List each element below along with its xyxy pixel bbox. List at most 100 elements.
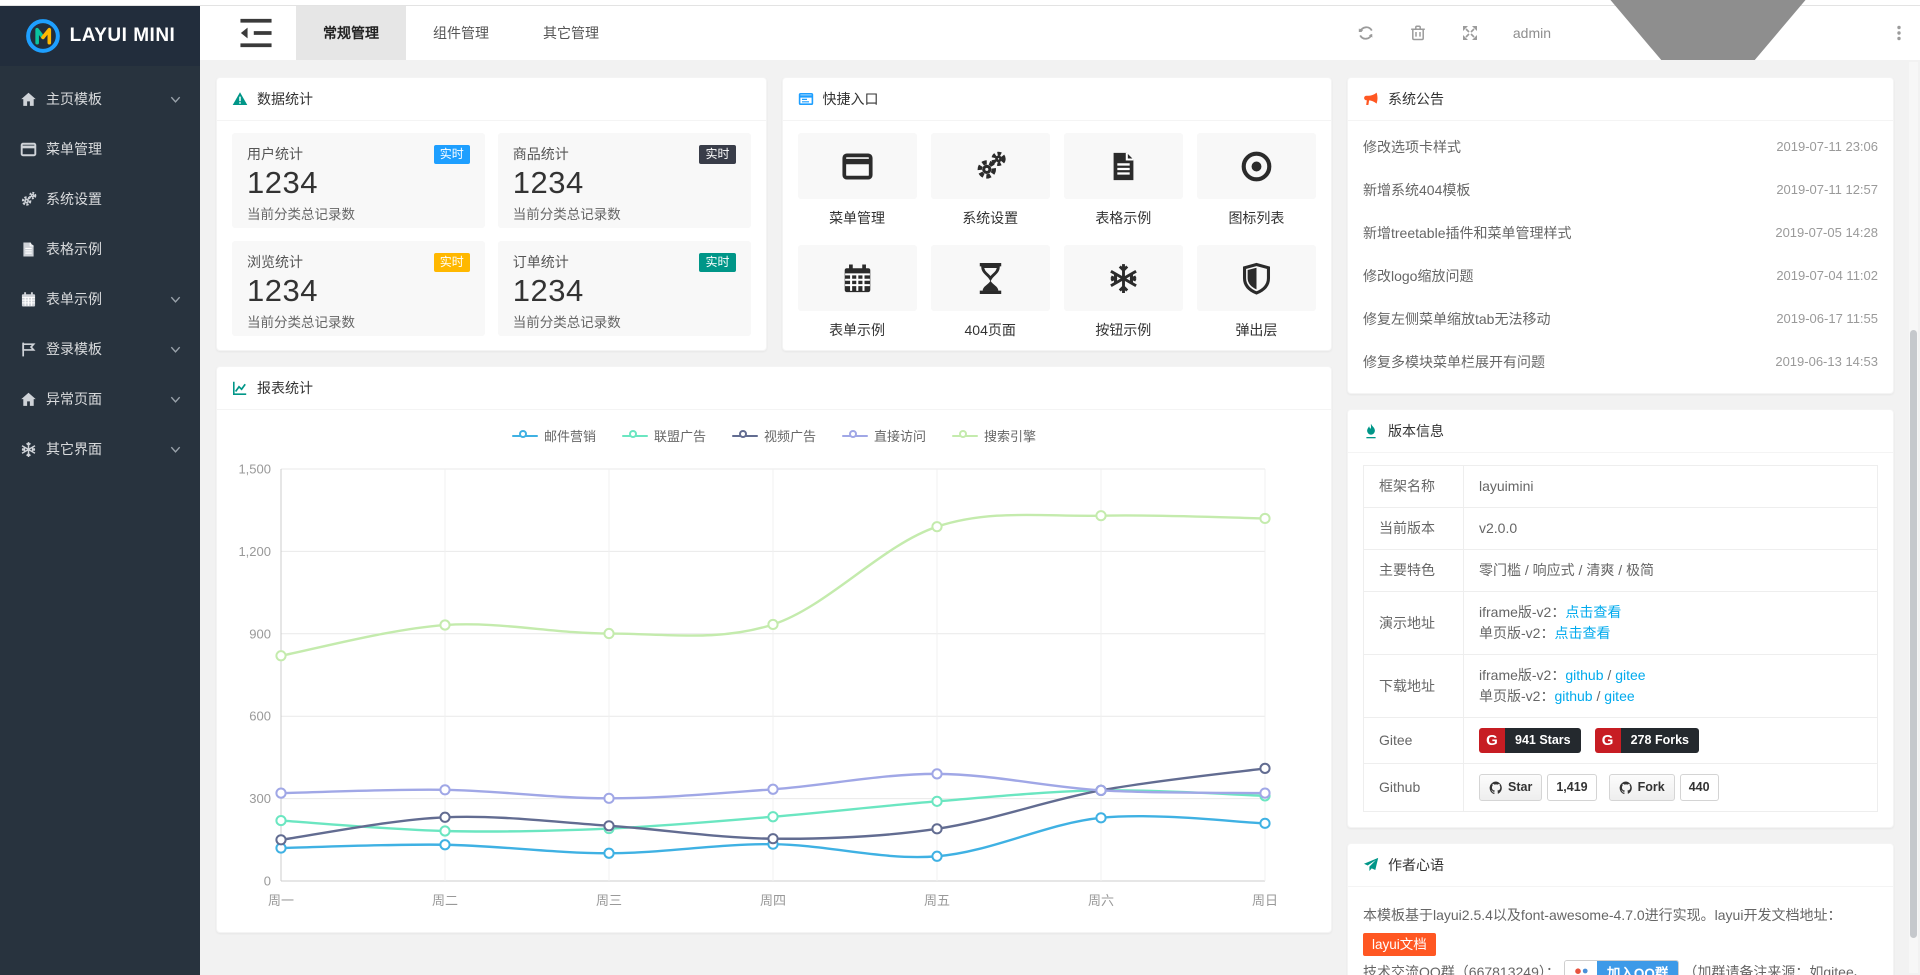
announcement-row[interactable]: 修复左侧菜单缩放tab无法移动2019-06-17 11:55 [1363,297,1878,340]
svg-text:周四: 周四 [760,893,786,908]
announcement-row[interactable]: 修复多模块菜单栏展开有问题2019-06-13 14:53 [1363,340,1878,383]
svg-text:周日: 周日 [1252,893,1278,908]
sidebar-item-label: 主页模板 [46,89,169,109]
quick-item-5[interactable]: 表单示例 [798,245,917,340]
quick-item-label: 系统设置 [931,208,1050,228]
quick-item-2[interactable]: 系统设置 [931,133,1050,228]
quick-item-3[interactable]: 表格示例 [1064,133,1183,228]
announcement-text: 修复左侧菜单缩放tab无法移动 [1363,309,1550,329]
quick-item-4[interactable]: 图标列表 [1197,133,1316,228]
announcement-row[interactable]: 修改选项卡样式 2019-07-11 23:06 [1363,125,1878,168]
sidebar-item[interactable]: 菜单管理 [0,124,200,174]
link[interactable]: gitee [1615,667,1645,683]
kebab-menu-icon[interactable] [1892,25,1906,41]
sidebar-item[interactable]: 异常页面 [0,374,200,424]
fullscreen-icon[interactable] [1461,24,1479,42]
legend-item[interactable]: 搜索引擎 [952,426,1036,445]
link[interactable]: 点击查看 [1554,625,1610,641]
sidebar-item[interactable]: 系统设置 [0,174,200,224]
author-card: 作者心语 本模板基于layui2.5.4以及font-awesome-4.7.0… [1347,843,1894,975]
announcement-list: 修改选项卡样式 2019-07-11 23:06 新增系统404模板2019-07-… [1348,121,1893,393]
join-qq-button[interactable]: 加入QQ群 [1564,960,1680,975]
snowflake-icon [20,441,37,458]
version-label: 下载地址 [1364,655,1464,718]
quick-item-6[interactable]: 404页面 [931,245,1050,340]
gitee-badge[interactable]: G278 Forks [1595,728,1699,753]
panel-icon [798,91,814,107]
legend-marker-icon [952,430,978,442]
gears-icon [20,191,37,208]
legend-item[interactable]: 直接访问 [842,426,926,445]
link[interactable]: github [1554,688,1592,704]
brand-logo[interactable]: LAYUI MINI [0,6,200,66]
stat-desc: 当前分类总记录数 [247,203,470,223]
report-chart: 03006009001,2001,500周一周二周三周四周五周六周日 [217,453,1303,923]
version-row: 框架名称layuimini [1364,466,1878,508]
legend-marker-icon [512,430,538,442]
version-row: 当前版本v2.0.0 [1364,508,1878,550]
trash-icon[interactable] [1409,24,1427,42]
stat-label: 用户统计 [247,144,303,164]
legend-label: 视频广告 [764,426,816,445]
announcement-row[interactable]: 修改logo缩放问题2019-07-04 11:02 [1363,254,1878,297]
svg-text:600: 600 [249,709,271,724]
announcement-time: 2019-07-11 23:06 [1776,139,1878,154]
announcement-card: 系统公告 修改选项卡样式2019-07-11 23:06新增系统404模板201… [1347,77,1894,394]
sidebar-item[interactable]: 表单示例 [0,274,200,324]
version-link-line: iframe版-v2：点击查看 [1479,602,1862,623]
link[interactable]: gitee [1604,688,1634,704]
quick-item-1[interactable]: 菜单管理 [798,133,917,228]
gears-icon [974,150,1007,183]
github-star-button[interactable]: Star [1479,774,1542,801]
sidebar-collapse-button[interactable] [236,6,276,60]
quick-item-7[interactable]: 按钮示例 [1064,245,1183,340]
quick-item-label: 表单示例 [798,320,917,340]
github-count[interactable]: 1,419 [1547,774,1596,801]
sidebar: LAYUI MINI 主页模板菜单管理系统设置表格示例表单示例登录模板异常页面其… [0,6,200,975]
github-count[interactable]: 440 [1680,774,1719,801]
author-paragraph: 技术交流QQ群（667813249）：加入QQ群（加群请备注来源：如gitee、… [1363,958,1878,975]
github-fork-button[interactable]: Fork [1609,774,1675,801]
status-badge: 实时 [699,145,735,164]
page-scrollbar[interactable] [1909,62,1918,973]
tab-1[interactable]: 常规管理 [296,6,406,60]
tab-2[interactable]: 组件管理 [406,6,516,60]
legend-item[interactable]: 邮件营销 [512,426,596,445]
link[interactable]: 点击查看 [1565,604,1621,620]
chevron-down-icon [169,293,182,306]
link[interactable]: github [1565,667,1603,683]
announcement-row[interactable]: 新增treetable插件和菜单管理样式2019-07-05 14:28 [1363,211,1878,254]
chart-line-icon [232,380,248,396]
svg-text:300: 300 [249,791,271,806]
quick-item-8[interactable]: 弹出层 [1197,245,1316,340]
tab-3[interactable]: 其它管理 [516,6,626,60]
sidebar-item[interactable]: 登录模板 [0,324,200,374]
version-row: 主要特色零门槛 / 响应式 / 清爽 / 极简 [1364,550,1878,592]
bullhorn-icon [1363,91,1379,107]
legend-label: 联盟广告 [654,426,706,445]
legend-marker-icon [732,430,758,442]
announcement-text: 修改选项卡样式 [1363,137,1461,157]
announcement-row[interactable]: 新增系统404模板2019-07-11 12:57 [1363,168,1878,211]
sidebar-item[interactable]: 表格示例 [0,224,200,274]
sidebar-item-label: 表格示例 [46,239,182,259]
gitee-badge[interactable]: G941 Stars [1479,728,1581,753]
layui-doc-button[interactable]: layui文档 [1363,933,1436,957]
version-label: 演示地址 [1364,592,1464,655]
legend-item[interactable]: 视频广告 [732,426,816,445]
version-value: layuimini [1479,478,1533,494]
calendar-icon [841,262,874,295]
sidebar-item[interactable]: 其它界面 [0,424,200,474]
announcement-text: 修复多模块菜单栏展开有问题 [1363,352,1545,372]
scrollbar-thumb[interactable] [1910,330,1917,938]
quick-card-title: 快捷入口 [823,89,879,109]
svg-text:周二: 周二 [432,893,458,908]
version-row: GithubStar1,419Fork440 [1364,764,1878,812]
sidebar-item-label: 其它界面 [46,439,169,459]
sidebar-item[interactable]: 主页模板 [0,74,200,124]
legend-item[interactable]: 联盟广告 [622,426,706,445]
refresh-icon[interactable] [1357,24,1375,42]
legend-marker-icon [842,430,868,442]
quick-item-label: 菜单管理 [798,208,917,228]
version-link-line: iframe版-v2：github / gitee [1479,665,1862,686]
